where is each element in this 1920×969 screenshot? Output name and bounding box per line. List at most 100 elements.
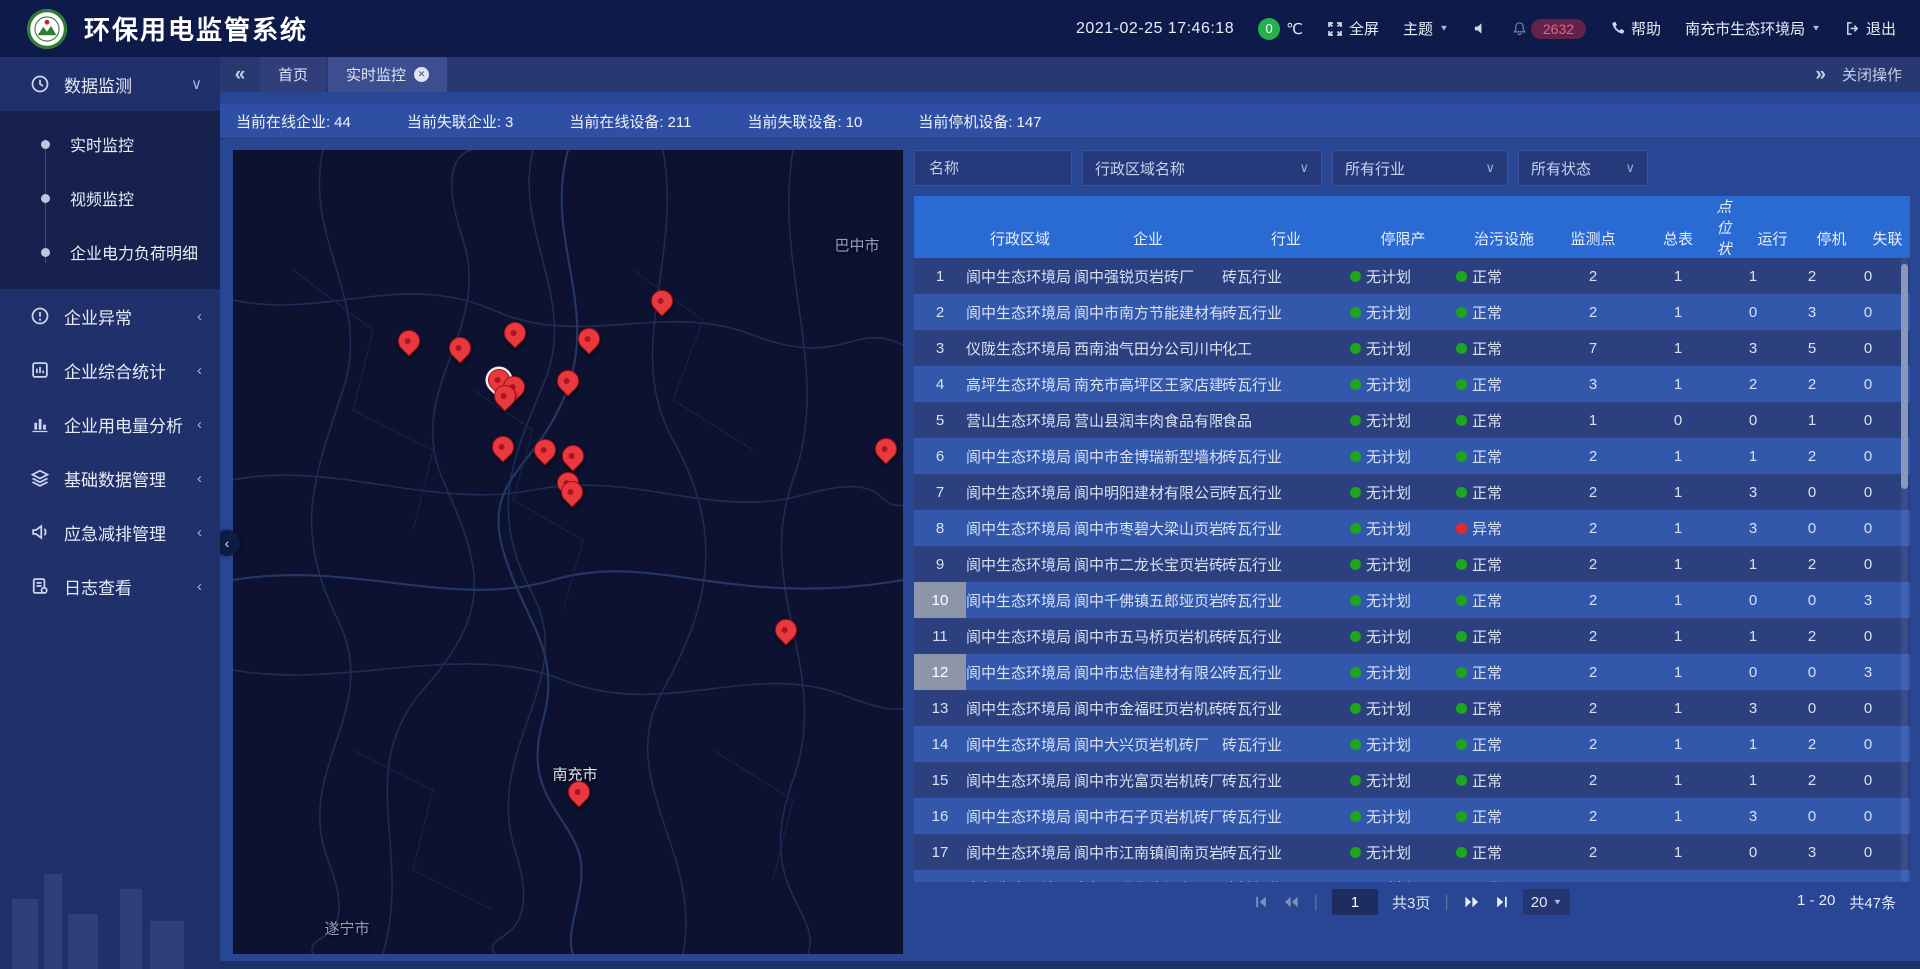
tabs-scroll-left-icon[interactable]: «	[220, 57, 260, 92]
sidebar-subitem[interactable]: 视频监控	[0, 171, 220, 225]
cell-halt: 0	[1784, 690, 1840, 726]
stat-label: 当前失联设备:	[747, 114, 841, 131]
table-row[interactable]: 16阆中生态环境局阆中市石子页岩机砖厂砖瓦行业无计划正常21300	[914, 798, 1910, 834]
cell-lost: 0	[1840, 366, 1896, 402]
table-row[interactable]: 6阆中生态环境局阆中市金博瑞新型墙材砖瓦行业无计划正常21120	[914, 438, 1910, 474]
table-scrollbar-thumb[interactable]	[1901, 264, 1908, 489]
table-row[interactable]: 18南部生态环境局南部县砒华水泥有限公建材行业无计划正常21120	[914, 870, 1910, 882]
tab-label: 实时监控	[346, 64, 406, 85]
page-number-input[interactable]: 1	[1332, 889, 1378, 915]
table-row[interactable]: 14阆中生态环境局阆中大兴页岩机砖厂砖瓦行业无计划正常21120	[914, 726, 1910, 762]
cell-index: 18	[914, 870, 966, 882]
table-row[interactable]: 1阆中生态环境局阆中强锐页岩砖厂砖瓦行业无计划正常21120	[914, 258, 1910, 294]
sidebar-item-3[interactable]: 企业用电量分析‹	[0, 397, 220, 451]
previous-page-button[interactable]	[1283, 895, 1300, 909]
fullscreen-button[interactable]: 全屏	[1327, 18, 1379, 39]
cell-meter: 1	[1634, 654, 1722, 690]
table-row[interactable]: 12阆中生态环境局阆中市忠信建材有限公砖瓦行业无计划正常21003	[914, 654, 1910, 690]
theme-dropdown[interactable]: 主题 ▼	[1403, 18, 1449, 39]
first-page-button[interactable]	[1254, 895, 1269, 909]
chevron-down-icon: ∨	[1615, 160, 1635, 176]
sidebar-subitem[interactable]: 实时监控	[0, 117, 220, 171]
status-dot-icon	[1456, 739, 1467, 750]
cell-company: 营山县润丰肉食品有限	[1074, 402, 1222, 438]
cell-company: 阆中强锐页岩砖厂	[1074, 258, 1222, 294]
cell-meter: 1	[1634, 582, 1722, 618]
tab-close-icon[interactable]: ✕	[414, 67, 429, 82]
logout-button[interactable]: 退出	[1845, 18, 1896, 39]
sidebar-item-5[interactable]: 应急减排管理‹	[0, 505, 220, 559]
table-row[interactable]: 15阆中生态环境局阆中市光富页岩机砖厂砖瓦行业无计划正常21120	[914, 762, 1910, 798]
status-dot-icon	[1456, 343, 1467, 354]
table-row[interactable]: 17阆中生态环境局阆中市江南镇阆南页岩砖瓦行业无计划正常21030	[914, 834, 1910, 870]
cell-meter: 1	[1634, 330, 1722, 366]
table-row[interactable]: 13阆中生态环境局阆中市金福旺页岩机砖砖瓦行业无计划正常21300	[914, 690, 1910, 726]
table-row[interactable]: 2阆中生态环境局阆中市南方节能建材有砖瓦行业无计划正常21030	[914, 294, 1910, 330]
status-dot-icon	[1456, 487, 1467, 498]
cell-lost: 0	[1840, 798, 1896, 834]
sidebar-subitem[interactable]: 企业电力负荷明细	[0, 225, 220, 279]
cell-index: 1	[914, 258, 966, 294]
cell-facility-status: 正常	[1456, 726, 1552, 762]
table-row[interactable]: 8阆中生态环境局阆中市枣碧大梁山页岩砖瓦行业无计划异常21300	[914, 510, 1910, 546]
page-size-select[interactable]: 20 ▼	[1523, 889, 1571, 915]
cell-points: 2	[1552, 294, 1634, 330]
chevron-down-icon: ∨	[1475, 160, 1495, 176]
cell-run: 1	[1722, 762, 1784, 798]
sidebar-item-2[interactable]: 企业综合统计‹	[0, 343, 220, 397]
sidebar-item-label: 基础数据管理	[64, 466, 197, 491]
notification-area[interactable]: 2632	[1512, 19, 1586, 39]
status-select[interactable]: 所有状态 ∨	[1518, 150, 1648, 186]
cell-run: 1	[1722, 618, 1784, 654]
sidebar-item-4[interactable]: 基础数据管理‹	[0, 451, 220, 505]
next-page-button[interactable]	[1463, 895, 1480, 909]
status-dot-icon	[1456, 451, 1467, 462]
sidebar: 数据监测∨ 实时监控视频监控企业电力负荷明细企业异常‹企业综合统计‹企业用电量分析…	[0, 57, 220, 969]
cell-halt: 0	[1784, 798, 1840, 834]
fullscreen-icon	[1327, 21, 1343, 37]
cell-region: 阆中生态环境局	[966, 726, 1074, 762]
org-dropdown[interactable]: 南充市生态环境局 ▼	[1685, 18, 1821, 39]
cell-industry: 砖瓦行业	[1222, 654, 1350, 690]
sound-toggle[interactable]	[1473, 21, 1488, 36]
cell-halt: 0	[1784, 654, 1840, 690]
cell-index: 8	[914, 510, 966, 546]
table-row[interactable]: 7阆中生态环境局阆中明阳建材有限公司砖瓦行业无计划正常21300	[914, 474, 1910, 510]
table-row[interactable]: 5营山生态环境局营山县润丰肉食品有限食品无计划正常10010	[914, 402, 1910, 438]
table-row[interactable]: 4高坪生态环境局南充市高坪区王家店建砖瓦行业无计划正常31220	[914, 366, 1910, 402]
sidebar-item-0[interactable]: 数据监测∨	[0, 57, 220, 111]
cell-facility-status: 异常	[1456, 510, 1552, 546]
cell-stop-status: 无计划	[1350, 438, 1456, 474]
app-logo-icon	[26, 8, 68, 50]
table-row[interactable]: 9阆中生态环境局阆中市二龙长宝页岩砖砖瓦行业无计划正常21120	[914, 546, 1910, 582]
sidebar-item-label: 企业异常	[64, 304, 197, 329]
map-panel[interactable]: 巴中市南充市遂宁市	[233, 150, 903, 954]
record-range-label: 1 - 20	[1797, 892, 1835, 913]
last-page-button[interactable]	[1494, 895, 1509, 909]
status-dot-icon	[1350, 343, 1361, 354]
industry-select[interactable]: 所有行业 ∨	[1332, 150, 1508, 186]
table-row[interactable]: 11阆中生态环境局阆中市五马桥页岩机砖砖瓦行业无计划正常21120	[914, 618, 1910, 654]
tabs-scroll-right-icon[interactable]: »	[1815, 64, 1826, 86]
sidebar-item-1[interactable]: 企业异常‹	[0, 289, 220, 343]
table-row[interactable]: 3仪陇生态环境局西南油气田分公司川中化工无计划正常71350	[914, 330, 1910, 366]
cell-lost: 0	[1840, 474, 1896, 510]
cell-stop-status: 无计划	[1350, 690, 1456, 726]
tab-0[interactable]: 首页	[260, 57, 326, 92]
close-operations-button[interactable]: 关闭操作	[1842, 64, 1902, 85]
tab-1[interactable]: 实时监控 ✕	[328, 57, 447, 92]
region-select[interactable]: 行政区域名称 ∨	[1082, 150, 1322, 186]
help-button[interactable]: 帮助	[1610, 18, 1661, 39]
cell-industry: 砖瓦行业	[1222, 546, 1350, 582]
table-row[interactable]: 10阆中生态环境局阆中千佛镇五郎垭页岩砖瓦行业无计划正常21003	[914, 582, 1910, 618]
name-search-input[interactable]	[927, 159, 1059, 178]
sidebar-item-6[interactable]: 日志查看‹	[0, 559, 220, 613]
status-dot-icon	[1350, 811, 1361, 822]
cell-meter: 1	[1634, 726, 1722, 762]
name-search-field[interactable]	[914, 150, 1072, 186]
cell-lost: 0	[1840, 870, 1896, 882]
cell-facility-status: 正常	[1456, 258, 1552, 294]
status-dot-icon	[1350, 559, 1361, 570]
cell-meter: 1	[1634, 366, 1722, 402]
cell-industry: 砖瓦行业	[1222, 582, 1350, 618]
